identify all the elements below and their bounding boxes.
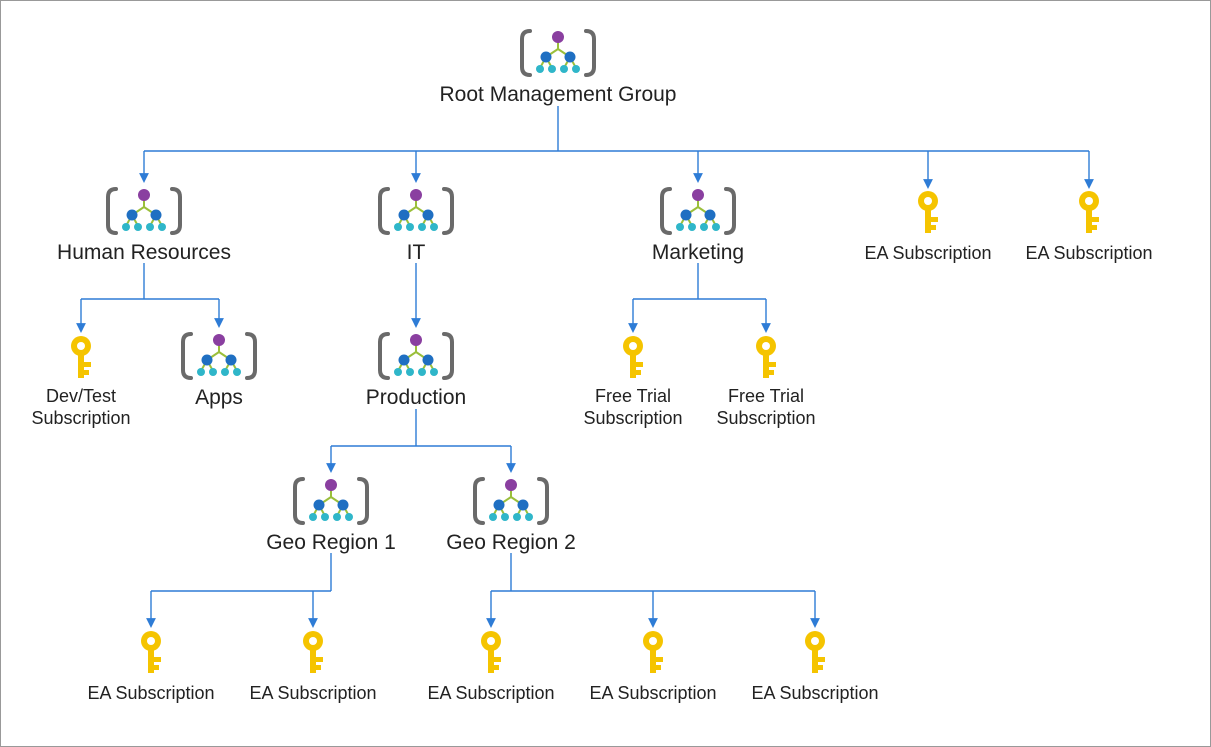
geo1-ea2-label: EA Subscription [249,683,376,703]
node-it: IT [380,189,452,264]
management-group-icon [662,189,734,233]
diagram-frame: Root Management Group Human Resources IT… [0,0,1211,747]
geo1-ea1-label: EA Subscription [87,683,214,703]
node-human-resources: Human Resources [57,189,231,264]
key-icon [623,336,643,378]
node-geo1-ea-1: EA Subscription [87,631,214,703]
ft1-label-1: Free Trial [595,386,671,406]
management-group-icon [522,31,594,75]
hr-label: Human Resources [57,241,231,264]
management-group-icon [380,189,452,233]
node-ea-subscription-1: EA Subscription [864,191,991,263]
key-icon [805,631,825,673]
node-geo2-ea-2: EA Subscription [589,631,716,703]
key-icon [141,631,161,673]
marketing-label: Marketing [652,241,744,264]
it-label: IT [407,241,426,264]
key-icon [71,336,91,378]
root-label: Root Management Group [440,83,677,106]
node-apps: Apps [183,334,255,409]
node-geo-region-1: Geo Region 1 [266,479,396,554]
geo1-label: Geo Region 1 [266,531,396,554]
management-group-icon [475,479,547,523]
key-icon [1079,191,1099,233]
geo2-ea1-label: EA Subscription [427,683,554,703]
ft1-label-2: Subscription [583,408,682,428]
node-geo-region-2: Geo Region 2 [446,479,576,554]
node-devtest-subscription: Dev/Test Subscription [31,336,130,428]
management-group-icon [183,334,255,378]
devtest-label-2: Subscription [31,408,130,428]
devtest-label-1: Dev/Test [46,386,116,406]
production-label: Production [366,386,466,409]
node-production: Production [366,334,466,409]
node-geo2-ea-3: EA Subscription [751,631,878,703]
node-ea-subscription-2: EA Subscription [1025,191,1152,263]
ft2-label-2: Subscription [716,408,815,428]
ft2-label-1: Free Trial [728,386,804,406]
node-marketing: Marketing [652,189,744,264]
ea-sub-2-label: EA Subscription [1025,243,1152,263]
key-icon [756,336,776,378]
key-icon [481,631,501,673]
key-icon [643,631,663,673]
management-group-icon [380,334,452,378]
management-group-icon [295,479,367,523]
node-geo1-ea-2: EA Subscription [249,631,376,703]
node-free-trial-1: Free Trial Subscription [583,336,682,428]
geo2-ea2-label: EA Subscription [589,683,716,703]
geo2-ea3-label: EA Subscription [751,683,878,703]
node-geo2-ea-1: EA Subscription [427,631,554,703]
key-icon [918,191,938,233]
management-group-icon [108,189,180,233]
node-free-trial-2: Free Trial Subscription [716,336,815,428]
connectors [81,106,1089,626]
ea-sub-1-label: EA Subscription [864,243,991,263]
apps-label: Apps [195,386,243,409]
key-icon [303,631,323,673]
geo2-label: Geo Region 2 [446,531,576,554]
node-root-management-group: Root Management Group [440,31,677,106]
diagram-canvas: Root Management Group Human Resources IT… [1,1,1211,747]
